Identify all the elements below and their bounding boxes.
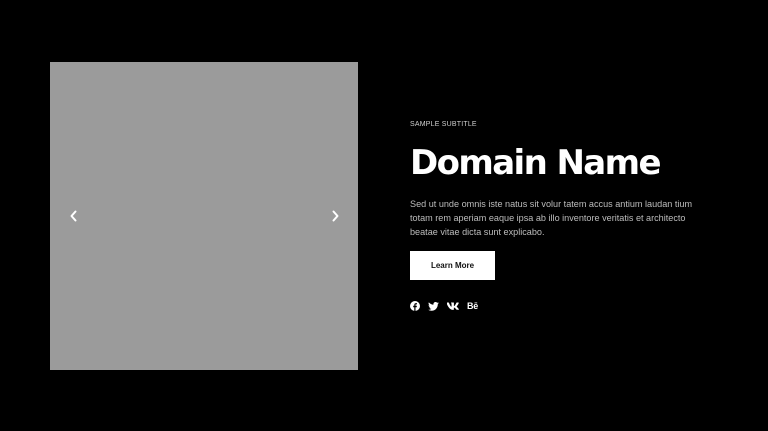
twitter-icon: [428, 301, 439, 311]
vk-icon: [447, 302, 459, 310]
learn-more-button[interactable]: Learn More: [410, 251, 495, 280]
hero-title: Domain Name: [410, 143, 662, 183]
behance-link[interactable]: Bē: [467, 300, 478, 312]
social-links: Bē: [410, 300, 710, 312]
hero-subtitle: SAMPLE SUBTITLE: [410, 121, 477, 128]
hero-section: SAMPLE SUBTITLE Domain Name Sed ut unde …: [0, 0, 768, 431]
slider-next-button[interactable]: [326, 207, 344, 225]
twitter-link[interactable]: [428, 300, 439, 312]
slider-prev-button[interactable]: [64, 207, 82, 225]
facebook-link[interactable]: [410, 300, 420, 312]
behance-icon: Bē: [467, 301, 478, 311]
chevron-right-icon: [332, 210, 338, 222]
chevron-left-icon: [70, 210, 76, 222]
vk-link[interactable]: [447, 300, 459, 312]
image-slider: [50, 62, 358, 370]
facebook-icon: [410, 301, 420, 311]
hero-content: SAMPLE SUBTITLE Domain Name Sed ut unde …: [410, 120, 710, 312]
hero-description: Sed ut unde omnis iste natus sit volur t…: [410, 199, 693, 237]
